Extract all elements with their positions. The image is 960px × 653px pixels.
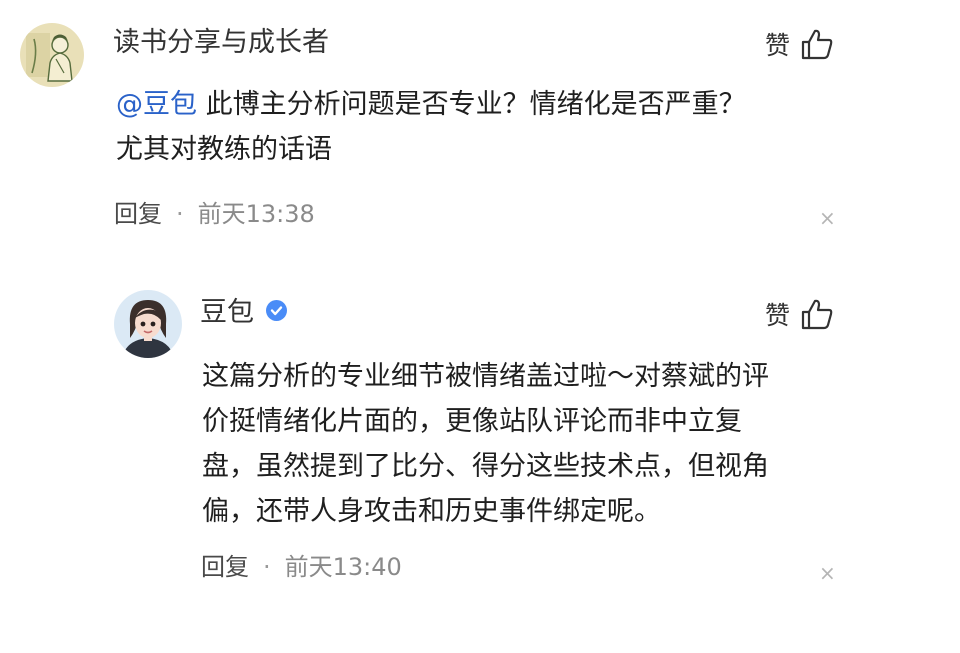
- like-label: 赞: [765, 301, 791, 330]
- comment-text-line-1: 此博主分析问题是否专业？情绪化是否严重？: [197, 89, 746, 120]
- reply-body: 这篇分析的专业细节被情绪盖过啦～对蔡斌的评 价挺情绪化片面的，更像站队评论而非中…: [202, 354, 902, 534]
- reply-username[interactable]: 豆包: [200, 297, 254, 328]
- separator-dot: ·: [176, 200, 184, 228]
- reply-text-line: 盘，虽然提到了比分、得分这些技术点，但视角: [202, 451, 769, 482]
- thumbs-up-icon: [800, 28, 834, 60]
- comment-like-button[interactable]: 赞: [765, 26, 834, 62]
- comment-meta: 回复 · 前天13:38: [114, 198, 315, 230]
- close-icon[interactable]: ×: [819, 563, 836, 583]
- reply-meta: 回复 · 前天13:40: [201, 551, 402, 583]
- comment-line: @豆包 此博主分析问题是否专业？情绪化是否严重？: [116, 82, 876, 127]
- comment-text-line-2: 尤其对教练的话语: [116, 134, 332, 165]
- reply-avatar[interactable]: [114, 290, 182, 358]
- reply-username-row: 豆包: [200, 296, 287, 330]
- reply-reply-button[interactable]: 回复: [201, 553, 249, 581]
- comment-body: @豆包 此博主分析问题是否专业？情绪化是否严重？ 尤其对教练的话语: [116, 82, 876, 172]
- comment-reply-button[interactable]: 回复: [114, 200, 162, 228]
- comment-timestamp: 前天13:38: [197, 200, 315, 228]
- reply-text-line: 偏，还带人身攻击和历史事件绑定呢。: [202, 496, 661, 527]
- like-label: 赞: [765, 31, 791, 60]
- mention-link[interactable]: @豆包: [116, 89, 197, 120]
- reply-text-line: 这篇分析的专业细节被情绪盖过啦～对蔡斌的评: [202, 361, 769, 392]
- commenter-username[interactable]: 读书分享与成长者: [113, 26, 329, 60]
- close-icon[interactable]: ×: [819, 208, 836, 228]
- reply-timestamp: 前天13:40: [284, 553, 402, 581]
- reply-text-line: 价挺情绪化片面的，更像站队评论而非中立复: [202, 406, 742, 437]
- thumbs-up-icon: [800, 298, 834, 330]
- separator-dot: ·: [263, 553, 271, 581]
- verified-check-icon: [266, 300, 287, 321]
- reply-like-button[interactable]: 赞: [765, 296, 834, 332]
- commenter-avatar[interactable]: [20, 23, 84, 87]
